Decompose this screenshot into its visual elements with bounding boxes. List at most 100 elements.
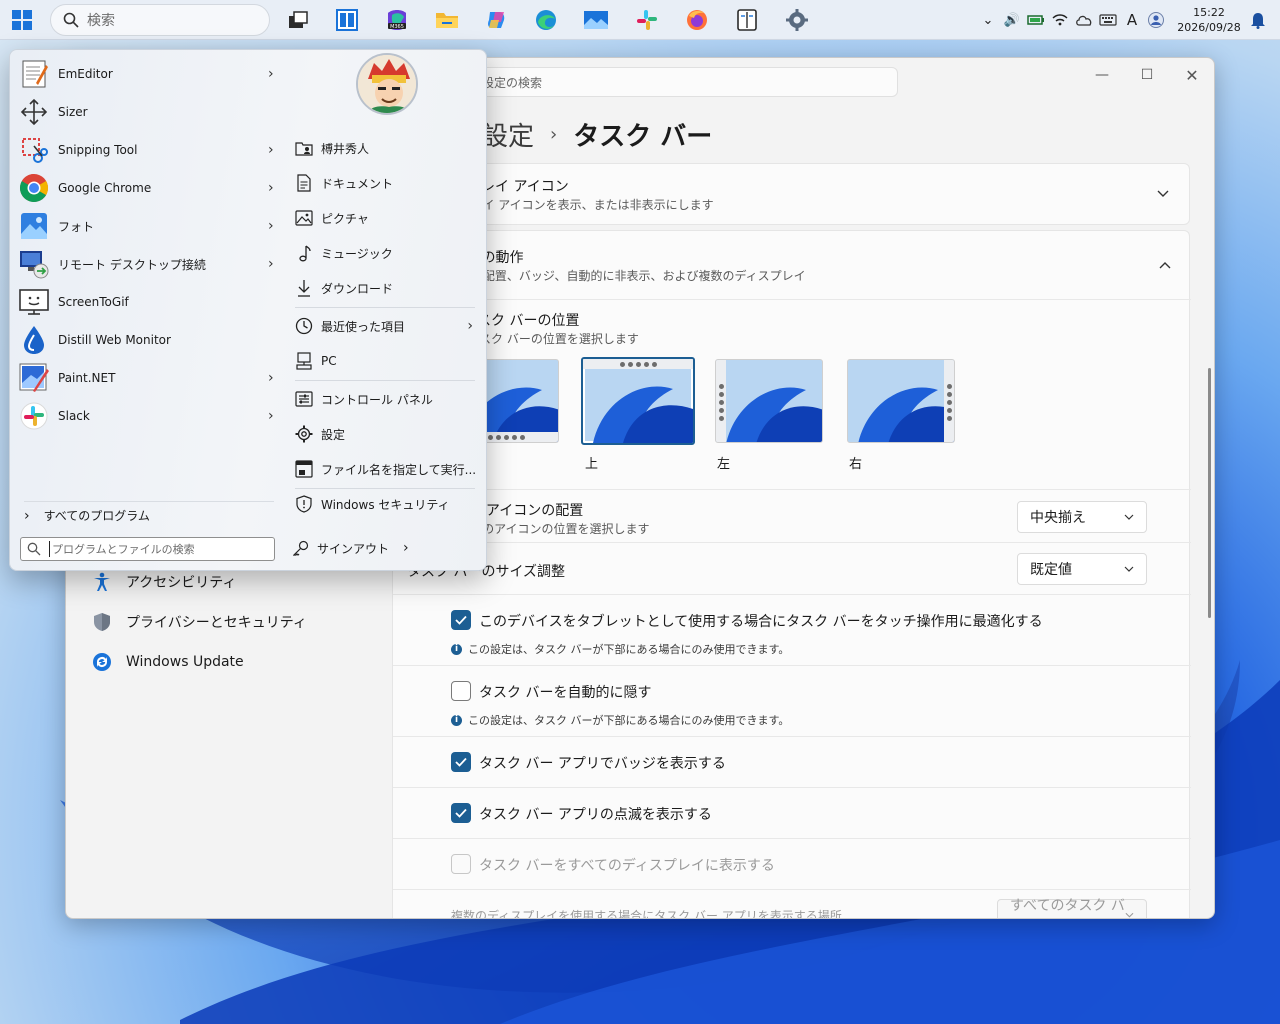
settings-search-input[interactable]: 設定の検索 [471,67,898,97]
checkbox-label[interactable]: このデバイスをタブレットとして使用する場合にタスク バーをタッチ操作用に最適化す… [479,611,1043,631]
reader-icon[interactable] [731,4,763,36]
place-pictures[interactable]: ピクチャ [293,203,479,233]
maximize-button[interactable]: ☐ [1133,66,1161,84]
ime-mode-indicator[interactable]: A [1120,8,1144,32]
divider [295,380,475,381]
show-flashing-checkbox[interactable] [451,803,471,823]
chevron-right-icon[interactable]: › [268,218,282,234]
widgets-icon[interactable] [331,4,363,36]
chevron-up-icon[interactable]: ⌄ [976,8,1000,32]
place-label: 設定 [321,427,346,442]
breadcrumb-parent[interactable]: 設定 [482,116,534,153]
chevron-right-icon: › [24,507,30,524]
chevron-right-icon[interactable]: › [268,370,282,386]
place-control-panel[interactable]: コントロール パネル [293,384,479,414]
chevron-right-icon[interactable]: › [467,318,473,334]
place-pc[interactable]: PC [293,346,479,376]
behavior-header[interactable]: タスク バーの動作 タスク バーの配置、バッジ、自動的に非表示、および複数のディ… [393,231,1191,299]
program-screentogif[interactable]: ScreenToGif [18,283,282,321]
position-option-top[interactable] [581,357,695,445]
cloud-icon[interactable] [1072,8,1096,32]
show-badges-checkbox[interactable] [451,752,471,772]
checkmark-icon [455,808,467,818]
multi-display-dropdown[interactable]: すべてのタスク バー [997,898,1147,918]
program-emeditor[interactable]: EmEditor › [18,55,282,93]
dropdown-value: 既定値 [1030,562,1072,578]
photos-taskbar-icon[interactable] [580,4,612,36]
music-icon [293,242,315,264]
place-run[interactable]: ファイル名を指定して実行... [293,454,479,484]
checkbox-label[interactable]: タスク バー アプリの点滅を表示する [479,804,712,824]
chevron-right-icon[interactable]: › [403,540,409,556]
place-downloads[interactable]: ダウンロード [293,273,479,303]
signout-button[interactable]: サインアウト › [293,535,409,561]
close-button[interactable]: ✕ [1178,66,1206,85]
all-programs-button[interactable]: › すべてのプログラム [24,501,274,525]
touch-optimize-checkbox[interactable] [451,610,471,630]
start-search-input[interactable]: プログラムとファイルの検索 [20,537,275,561]
slack-taskbar-icon[interactable] [631,4,663,36]
nav-item-windows-update[interactable]: Windows Update [86,642,396,682]
info-text: この設定は、タスク バーが下部にある場合にのみ使用できます。 [468,643,790,656]
place-music[interactable]: ミュージック [293,238,479,268]
position-option-left[interactable] [715,359,823,443]
pc-icon [293,350,315,372]
chevron-right-icon[interactable]: › [268,180,282,196]
program-distill[interactable]: Distill Web Monitor [18,321,282,359]
file-explorer-icon[interactable] [431,4,463,36]
chevron-right-icon[interactable]: › [268,142,282,158]
program-google-chrome[interactable]: Google Chrome › [18,169,282,207]
taskbar-search-box[interactable]: 検索 [50,4,270,36]
place-user-folder[interactable]: 榑井秀人 [293,133,479,163]
task-view-icon[interactable] [282,4,314,36]
chevron-right-icon[interactable]: › [268,256,282,272]
chevron-down-icon [1124,566,1134,572]
notification-bell-icon[interactable] [1244,8,1272,32]
divider [393,299,1191,300]
chevron-up-icon[interactable] [1157,257,1173,273]
chevron-right-icon[interactable]: › [268,408,282,424]
checkbox-label[interactable]: タスク バー アプリでバッジを表示する [479,753,726,773]
settings-taskbar-icon[interactable] [781,4,813,36]
copilot-icon[interactable] [481,4,513,36]
program-slack[interactable]: Slack › [18,397,282,435]
place-settings[interactable]: 設定 [293,419,479,449]
taskbar-preview-right [944,360,954,442]
chevron-right-icon[interactable]: › [268,66,282,82]
auto-hide-checkbox[interactable] [451,681,471,701]
place-recent[interactable]: 最近使った項目 › [293,311,479,341]
program-sizer[interactable]: Sizer [18,93,282,131]
dropdown-value: すべてのタスク バー [1010,898,1125,914]
program-paintnet[interactable]: Paint.NET › [18,359,282,397]
program-photos[interactable]: フォト › [18,207,282,245]
program-snipping-tool[interactable]: Snipping Tool › [18,131,282,169]
minimize-button[interactable]: — [1088,66,1116,84]
all-displays-checkbox[interactable] [451,854,471,874]
taskbar-behavior-card: タスク バーの動作 タスク バーの配置、バッジ、自動的に非表示、および複数のディ… [392,230,1191,918]
wifi-icon[interactable] [1048,8,1072,32]
system-tray-icons-card[interactable]: システム トレイ アイコン システム トレイ アイコンを表示、または非表示にしま… [392,163,1190,225]
m365-icon[interactable]: M365 [381,4,413,36]
firefox-icon[interactable] [681,4,713,36]
battery-icon[interactable] [1024,8,1048,32]
place-windows-security[interactable]: Windows セキュリティ [293,489,479,519]
place-documents[interactable]: ドキュメント [293,168,479,198]
alignment-dropdown[interactable]: 中央揃え [1017,501,1147,533]
position-option-right[interactable] [847,359,955,443]
size-dropdown[interactable]: 既定値 [1017,553,1147,585]
scrollbar[interactable] [1208,368,1211,618]
clock[interactable]: 15:22 2026/09/28 [1174,5,1244,35]
keyboard-icon[interactable] [1096,8,1120,32]
volume-icon[interactable]: 🔊 [1000,8,1024,32]
windows-start-icon[interactable] [6,4,38,36]
edge-icon[interactable] [530,4,562,36]
screentogif-icon [18,286,50,318]
network-globe-icon[interactable] [1144,8,1168,32]
program-remote-desktop[interactable]: リモート デスクトップ接続 › [18,245,282,283]
avatar[interactable] [356,53,418,115]
download-icon [293,277,315,299]
checkbox-label[interactable]: タスク バーを自動的に隠す [479,682,651,702]
nav-item-label: プライバシーとセキュリティ [126,615,307,631]
nav-item-privacy[interactable]: プライバシーとセキュリティ [86,602,396,642]
chevron-down-icon[interactable] [1155,186,1171,202]
